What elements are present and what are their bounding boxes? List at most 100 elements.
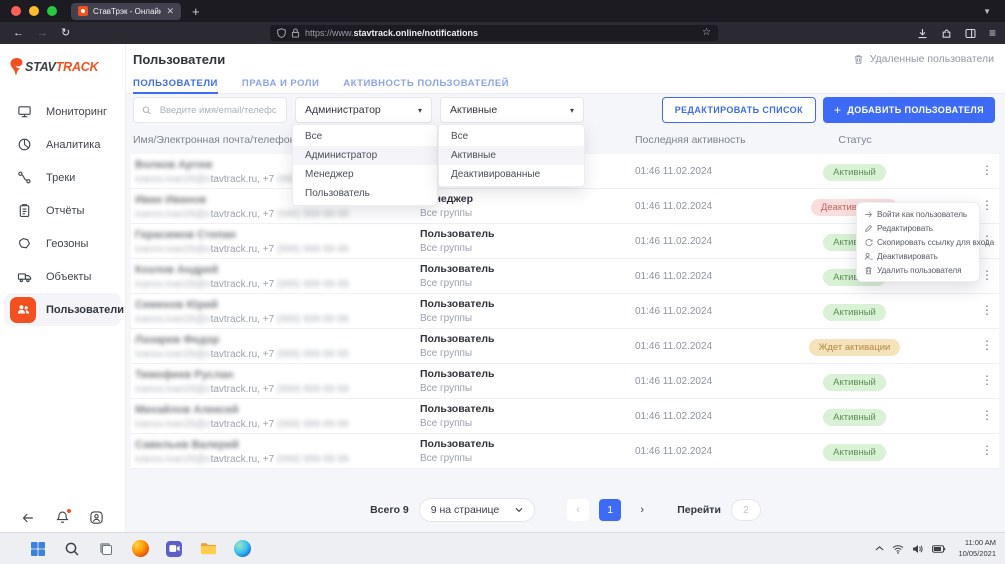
status-cell: Активный: [782, 372, 927, 391]
deleted-users-link[interactable]: Удаленные пользователи: [853, 53, 994, 65]
profile-icon[interactable]: [89, 510, 104, 525]
user-groups: Все группы: [420, 278, 472, 289]
window-minimize-button[interactable]: [29, 6, 39, 16]
collapse-arrow-icon[interactable]: [21, 511, 35, 525]
sidebar-item-analytics[interactable]: Аналитика: [0, 128, 125, 161]
analytics-pie-icon: [16, 137, 33, 152]
table-row[interactable]: Савельев Валерий ivanov.ivan26@stavtrack…: [131, 434, 999, 469]
row-actions-kebab-icon[interactable]: ⋮: [981, 338, 993, 354]
sidebar-item-monitoring[interactable]: Мониторинг: [0, 95, 125, 128]
back-button[interactable]: ←: [13, 28, 24, 39]
url-bar[interactable]: https://www.stavtrack.online/notificatio…: [270, 25, 718, 41]
sidebar-item-users[interactable]: Пользователи: [4, 293, 121, 326]
edit-list-button[interactable]: РЕДАКТИРОВАТЬ СПИСОК: [662, 97, 816, 123]
browser-tab[interactable]: СтавТрэк - Онлайн мониторин ✕: [71, 3, 181, 20]
window-zoom-button[interactable]: [47, 6, 57, 16]
table-row[interactable]: Лазарев Федор ivanov.ivan26@stavtrack.ru…: [131, 329, 999, 364]
menu-item-deactivate[interactable]: Деактивировать: [857, 249, 979, 263]
wifi-icon[interactable]: [892, 544, 904, 554]
user-last-activity: 01:46 11.02.2024: [635, 166, 712, 177]
menu-item-login-as-user[interactable]: Войти как пользователь: [857, 207, 979, 221]
downloads-icon[interactable]: [917, 28, 928, 39]
row-actions-kebab-icon[interactable]: ⋮: [981, 198, 993, 214]
prev-page-button[interactable]: ‹: [567, 499, 589, 521]
row-actions-kebab-icon[interactable]: ⋮: [981, 303, 993, 319]
reload-button[interactable]: ↻: [61, 28, 70, 39]
add-user-button[interactable]: + ДОБАВИТЬ ПОЛЬЗОВАТЕЛЯ: [823, 97, 995, 123]
sidebar-item-objects[interactable]: Объекты: [0, 260, 125, 293]
search-box[interactable]: [133, 97, 287, 123]
dropdown-option[interactable]: Администратор: [293, 146, 437, 165]
tab-users[interactable]: ПОЛЬЗОВАТЕЛИ: [133, 74, 218, 93]
row-actions-kebab-icon[interactable]: ⋮: [981, 443, 993, 459]
app-window: STAVTRACK Мониторинг Аналитика Треки О: [0, 44, 1005, 532]
goto-page-input[interactable]: 2: [731, 499, 761, 521]
sidebar-footer: [0, 510, 125, 525]
file-explorer-icon[interactable]: [198, 539, 218, 559]
status-cell: Активный: [782, 162, 927, 181]
row-actions-kebab-icon[interactable]: ⋮: [981, 268, 993, 284]
plus-icon: +: [834, 104, 841, 116]
task-view-icon[interactable]: [96, 539, 116, 559]
dropdown-option[interactable]: Все: [293, 127, 437, 146]
table-row[interactable]: Михайлов Алексей ivanov.ivan26@stavtrack…: [131, 399, 999, 434]
start-button-icon[interactable]: [28, 539, 48, 559]
sidebar-item-reports[interactable]: Отчёты: [0, 194, 125, 227]
menu-hamburger-icon[interactable]: ≡: [989, 27, 996, 39]
stavtrack-logo[interactable]: STAVTRACK: [9, 57, 98, 76]
total-count: Всего 9: [370, 504, 409, 516]
user-name: Волков Артем: [135, 159, 212, 171]
tracks-route-icon: [16, 170, 33, 185]
bookmark-star-icon[interactable]: ☆: [702, 28, 711, 38]
notifications-bell-icon[interactable]: [55, 510, 70, 525]
tab-rights-roles[interactable]: ПРАВА И РОЛИ: [242, 74, 319, 93]
column-header-activity: Последняя активность: [635, 134, 746, 146]
teams-icon[interactable]: [164, 539, 184, 559]
edge-icon[interactable]: [232, 539, 252, 559]
dropdown-option[interactable]: Менеджер: [293, 165, 437, 184]
menu-item-delete-user[interactable]: Удалить пользователя: [857, 263, 979, 277]
role-filter-dropdown[interactable]: Администратор ▾: [295, 97, 432, 123]
copy-link-icon: [863, 238, 873, 247]
next-page-button[interactable]: ›: [631, 499, 653, 521]
window-close-button[interactable]: [11, 6, 21, 16]
user-name: Герасимов Степан: [135, 229, 236, 241]
sidebar-panel-icon[interactable]: [965, 28, 976, 39]
row-actions-kebab-icon[interactable]: ⋮: [981, 408, 993, 424]
menu-item-edit[interactable]: Редактировать: [857, 221, 979, 235]
table-row[interactable]: Тимофеев Руслан ivanov.ivan26@stavtrack.…: [131, 364, 999, 399]
dropdown-option[interactable]: Все: [439, 127, 584, 146]
new-tab-button[interactable]: +: [192, 5, 200, 18]
per-page-select[interactable]: 9 на странице: [419, 498, 535, 522]
menu-item-copy-login-link[interactable]: Скопировать ссылку для входа: [857, 235, 979, 249]
list-tabs-chevron-icon[interactable]: ▼: [983, 7, 991, 16]
sidebar-item-tracks[interactable]: Треки: [0, 161, 125, 194]
row-actions-kebab-icon[interactable]: ⋮: [981, 373, 993, 389]
notification-dot: [67, 509, 71, 513]
search-taskbar-icon[interactable]: [62, 539, 82, 559]
sidebar-item-geozones[interactable]: Геозоны: [0, 227, 125, 260]
battery-icon[interactable]: [932, 544, 946, 554]
dropdown-option[interactable]: Активные: [439, 146, 584, 165]
firefox-icon[interactable]: [130, 539, 150, 559]
table-row[interactable]: Семенов Юрий ivanov.ivan26@stavtrack.ru,…: [131, 294, 999, 329]
tab-title: СтавТрэк - Онлайн мониторин: [93, 7, 161, 16]
clock-time: 11:00 AM: [965, 538, 996, 547]
current-page-button[interactable]: 1: [599, 499, 621, 521]
volume-icon[interactable]: [912, 544, 924, 554]
user-role: Пользователь: [420, 298, 494, 310]
dropdown-option[interactable]: Деактивированные: [439, 165, 584, 184]
search-input[interactable]: [158, 104, 278, 117]
taskbar-clock[interactable]: 11:00 AM 10/05/2021: [958, 538, 996, 558]
extensions-puzzle-icon[interactable]: [941, 28, 952, 39]
tab-user-activity[interactable]: АКТИВНОСТЬ ПОЛЬЗОВАТЕЛЕЙ: [343, 74, 509, 93]
status-filter-dropdown[interactable]: Активные ▾: [440, 97, 584, 123]
user-name: Михайлов Алексей: [135, 404, 239, 416]
tab-close-icon[interactable]: ✕: [166, 7, 174, 16]
forward-button[interactable]: →: [37, 28, 48, 39]
tray-chevron-up-icon[interactable]: [875, 545, 884, 552]
column-header-name: Имя/Электронная почта/телефон: [133, 134, 295, 146]
objects-truck-icon: [16, 269, 33, 284]
row-actions-kebab-icon[interactable]: ⋮: [981, 163, 993, 179]
dropdown-option[interactable]: Пользователь: [293, 184, 437, 203]
